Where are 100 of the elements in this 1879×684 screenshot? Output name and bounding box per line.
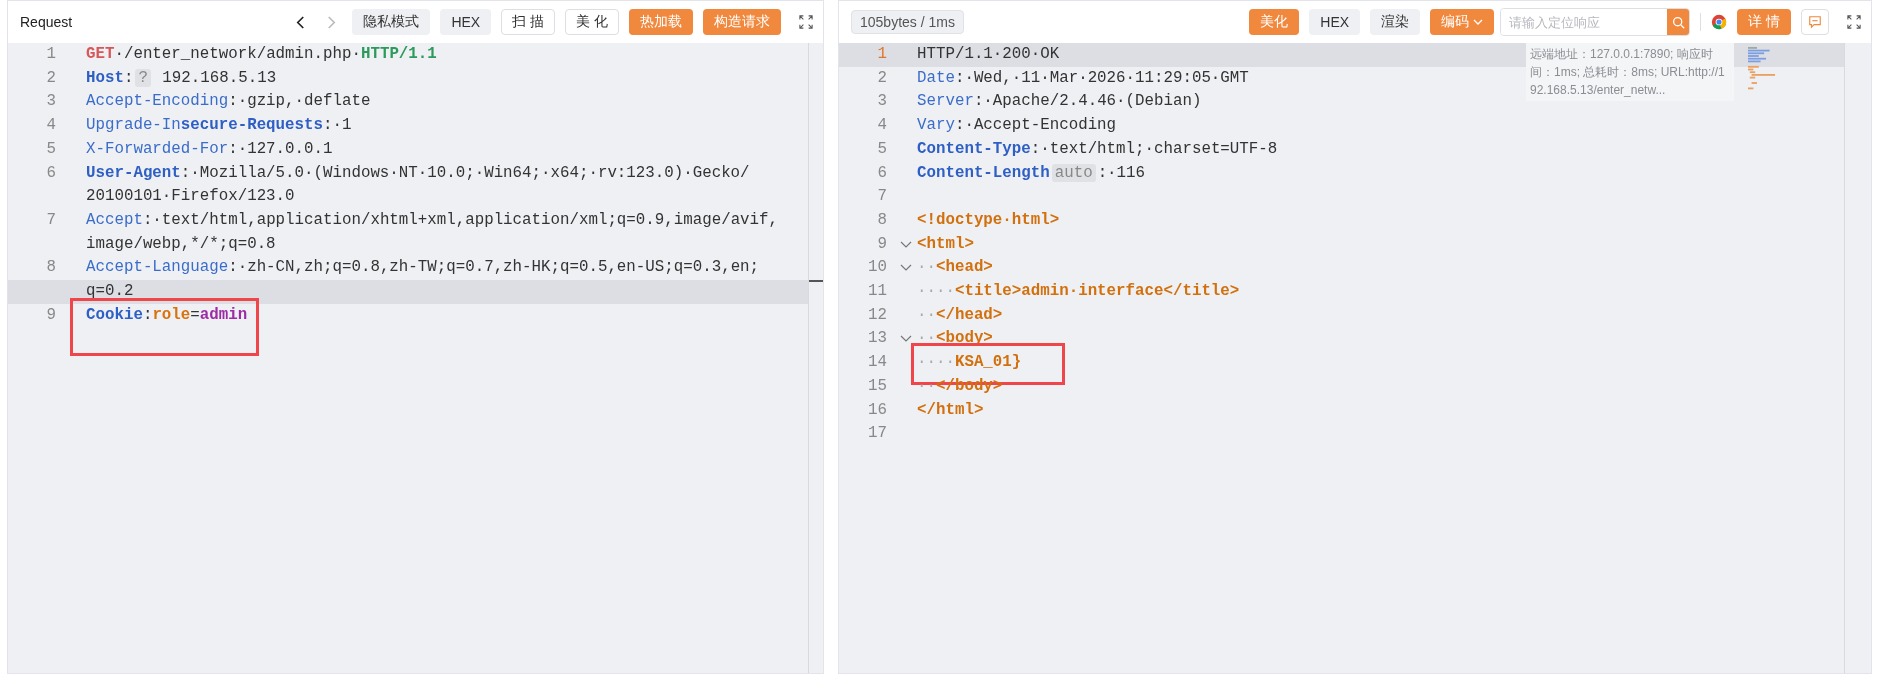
code-text: =: [190, 305, 200, 324]
html-tag: <html>: [917, 234, 974, 253]
line-number: 1: [876, 44, 888, 65]
header-name: Accept: [86, 210, 143, 229]
code-text: :: [123, 68, 134, 87]
code-text: :·Apache/2.4.46·(Debian): [973, 92, 1202, 111]
code-text: :·text/html;·charset=UTF-8: [1030, 139, 1278, 158]
back-icon[interactable]: [295, 14, 307, 30]
code-text: :·zh-CN,zh;q=0.8,zh-TW;q=0.7,zh-HK;q=0.5,en-US;q=0.3,en;: [228, 258, 760, 277]
indent-dots: ··: [917, 258, 936, 277]
code-text: :·127.0.0.1: [228, 139, 333, 158]
header-name: Accept-Encoding: [86, 92, 229, 111]
code-text: :: [142, 305, 153, 324]
toolbar-button[interactable]: HEX: [1309, 9, 1361, 35]
line-number: 5: [876, 138, 888, 160]
code-text: :·Wed,·11·Mar·2026·11:29:05·GMT: [954, 68, 1249, 87]
toolbar-button[interactable]: 隐私模式: [352, 9, 431, 35]
header-name: Content-Length: [917, 163, 1050, 182]
header-name: Cookie: [86, 305, 143, 324]
line-number: 3: [876, 91, 888, 113]
html-tag: KSA_01}: [954, 353, 1022, 372]
line-number: 13: [867, 328, 888, 350]
code-text: image/webp,*/*;q=0.8: [86, 234, 276, 253]
toolbar-button[interactable]: HEX: [440, 9, 492, 35]
header-name: Accept-Language: [86, 258, 229, 277]
hint-badge: ?: [135, 68, 151, 87]
line-number: 14: [867, 352, 888, 374]
search-field[interactable]: 请输入定位响应: [1500, 8, 1691, 36]
line-number: 2: [876, 67, 888, 89]
fullscreen-icon[interactable]: [799, 15, 813, 29]
response-info-text: 远端地址：127.0.0.1:7890; 响应时间：1ms; 总耗时：8ms; URL:http://192.168.5.13/enter_netw...: [1526, 43, 1734, 101]
cookie-name: role: [152, 305, 191, 324]
code-text: ·/enter_network/admin.php·: [114, 45, 361, 63]
indent-dots: ··: [917, 329, 936, 348]
comment-button[interactable]: [1801, 9, 1829, 35]
code-text: 192.168.5.13: [161, 68, 277, 87]
line-number: 11: [867, 281, 888, 303]
line-number: 9: [876, 233, 888, 255]
hint-badge: auto: [1051, 163, 1096, 182]
search-button[interactable]: [1667, 9, 1690, 35]
header-name: User-Agent: [86, 163, 181, 182]
html-tag: </html>: [917, 400, 984, 419]
line-number: 8: [876, 209, 888, 231]
html-tag: <body>: [935, 329, 993, 348]
code-text: :·1: [323, 116, 352, 135]
line-number: 12: [867, 304, 888, 326]
indent-dots: ··: [917, 305, 936, 324]
header-name: secure-Requests: [180, 116, 323, 135]
comment-icon: [1808, 15, 1822, 29]
http-method: GET: [86, 45, 115, 63]
browser-logo-icon[interactable]: [1711, 14, 1728, 30]
header-name: Vary: [917, 116, 955, 135]
code-text: :·Mozilla/5.0·(Windows·NT·10.0;·Win64;·x64;·rv:123.0)·Gecko/: [180, 163, 750, 182]
line-number: 7: [45, 209, 57, 231]
line-number: 9: [45, 304, 57, 326]
code-text: :·116: [1097, 163, 1146, 182]
html-tag: <head>: [935, 258, 993, 277]
header-name: Content-Type: [917, 139, 1031, 158]
cookie-value: admin: [199, 305, 248, 324]
toolbar-button[interactable]: 美 化: [565, 9, 619, 35]
code-text: :·gzip,·deflate: [228, 92, 371, 111]
indent-dots: ····: [917, 353, 955, 372]
line-number: 8: [45, 257, 57, 279]
search-icon: [1671, 15, 1685, 29]
fold-icon[interactable]: [900, 240, 912, 249]
http-version: HTTP/1.1: [360, 45, 437, 63]
fullscreen-icon[interactable]: [1847, 15, 1861, 29]
code-text: HTTP/1.1·200·OK: [917, 45, 1060, 63]
header-name: Server: [917, 92, 974, 111]
html-tag: </head>: [935, 305, 1003, 324]
line-number: 17: [867, 423, 888, 445]
code-text: 20100101·Firefox/123.0: [86, 187, 295, 206]
code-text: :·text/html,application/xhtml+xml,application/xml;q=0.9,image/avif,: [142, 210, 779, 229]
line-number: 5: [45, 138, 57, 160]
line-number: 4: [876, 115, 888, 137]
line-number: 3: [45, 91, 57, 113]
indent-dots: ····: [917, 282, 955, 301]
toolbar-button[interactable]: 渲染: [1370, 9, 1421, 35]
fold-icon[interactable]: [900, 335, 912, 344]
line-number: 10: [867, 257, 888, 279]
html-tag: <title>admin·interface</title>: [954, 282, 1240, 301]
stats-badge: 105bytes / 1ms: [851, 10, 964, 34]
line-number: 7: [876, 186, 888, 208]
code-text: :·Accept-Encoding: [954, 116, 1117, 135]
line-number: 6: [876, 162, 888, 184]
line-number: 2: [45, 67, 57, 89]
header-name: X-Forwarded-For: [86, 139, 229, 158]
header-name: Upgrade-In: [86, 116, 181, 135]
header-name: Date: [917, 68, 955, 87]
line-number: 15: [867, 375, 888, 397]
code-text: q=0.2: [86, 282, 134, 301]
line-number: 6: [45, 162, 57, 184]
line-number: 1: [45, 44, 57, 65]
line-number: 4: [45, 115, 57, 137]
header-name: Host: [86, 68, 124, 87]
fold-icon[interactable]: [900, 264, 912, 273]
toolbar-button[interactable]: 扫 描: [501, 9, 556, 35]
html-tag: <!doctype·html>: [917, 210, 1060, 229]
line-number: 16: [867, 399, 888, 421]
panel-title: Request: [20, 14, 73, 30]
